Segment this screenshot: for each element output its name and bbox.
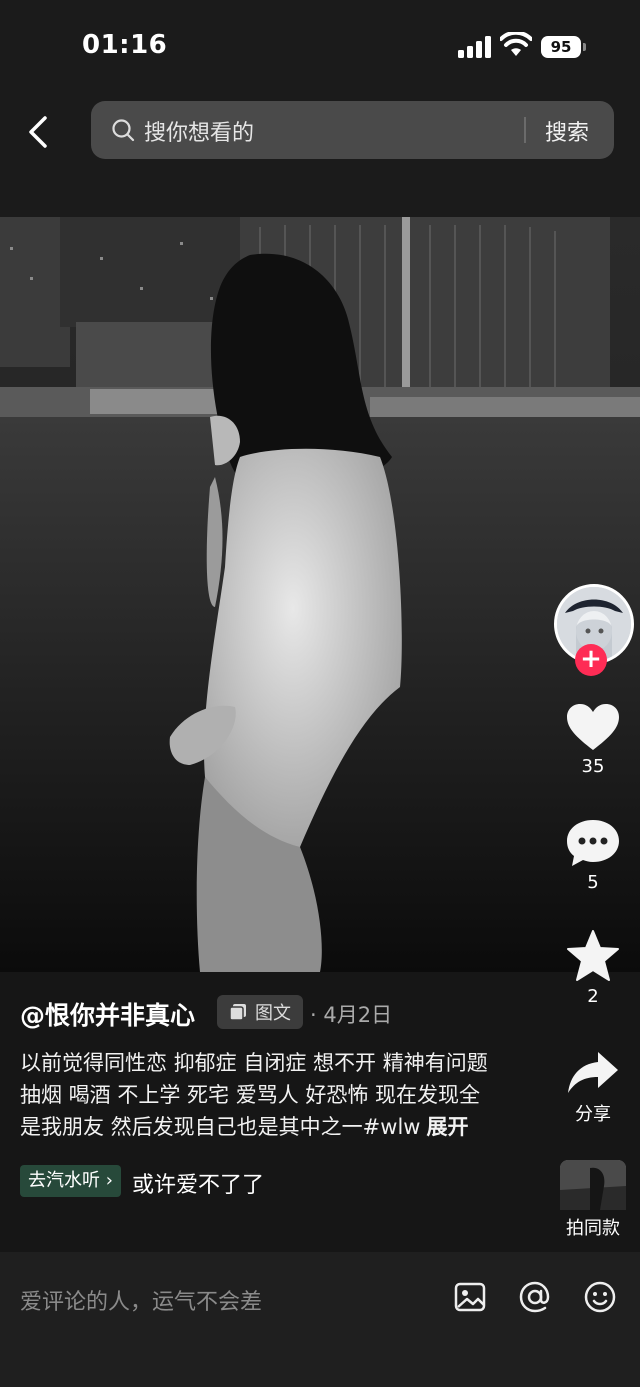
post-type-badge: 图文 (217, 995, 303, 1029)
battery-tip (583, 43, 586, 51)
post-date: · 4月2日 (310, 1003, 393, 1027)
author-row: @恨你并非真心 图文 · 4月2日 (20, 993, 550, 1033)
image-stack-icon (229, 1004, 246, 1021)
post-type-label: 图文 (255, 1003, 291, 1024)
favorite-button[interactable]: 2 (548, 930, 638, 1007)
wifi-icon (500, 32, 532, 56)
search-divider (524, 117, 526, 143)
share-arrow-icon (568, 1052, 618, 1093)
music-tag-label: 去汽水听 (28, 1170, 100, 1191)
share-label: 分享 (575, 1104, 611, 1125)
like-button[interactable]: 35 (548, 704, 638, 777)
search-icon (112, 119, 135, 142)
status-bar: 01:16 95 (0, 0, 640, 92)
favorite-count: 2 (587, 986, 599, 1007)
post-photo[interactable] (0, 217, 640, 972)
expand-button[interactable]: 展开 (426, 1115, 468, 1139)
emoji-icon[interactable] (583, 1280, 617, 1314)
music-title[interactable]: 或许爱不了了 (132, 1167, 264, 1199)
top-bar: 搜你想看的 搜索 (0, 92, 640, 217)
battery-indicator: 95 (541, 36, 587, 58)
music-row: 去汽水听 › 或许爱不了了 (20, 1165, 550, 1199)
share-button[interactable]: 分享 (548, 1050, 638, 1126)
at-icon[interactable] (518, 1280, 552, 1314)
caption-text: 以前觉得同性恋 抑郁症 自闭症 想不开 精神有问题 抽烟 喝酒 不上学 死宅 爱… (20, 1051, 488, 1139)
star-icon (567, 930, 619, 981)
follow-button[interactable]: + (575, 644, 607, 676)
back-chevron-icon[interactable] (16, 110, 60, 154)
post-caption: 以前觉得同性恋 抑郁症 自闭症 想不开 精神有问题 抽烟 喝酒 不上学 死宅 爱… (20, 1047, 490, 1143)
comment-bar: 爱评论的人，运气不会差 (0, 1252, 640, 1387)
battery-level: 95 (541, 36, 581, 58)
shoot-same-thumbnail (560, 1160, 626, 1210)
search-input[interactable]: 搜你想看的 (144, 115, 254, 147)
shoot-same-image (560, 1160, 626, 1210)
side-action-column: + 35 5 2 分享 拍同款 (548, 580, 638, 1240)
search-bar[interactable]: 搜你想看的 搜索 (91, 101, 614, 159)
search-button[interactable]: 搜索 (545, 115, 589, 147)
comment-input[interactable]: 爱评论的人，运气不会差 (20, 1284, 262, 1316)
shoot-same-label: 拍同款 (566, 1218, 620, 1239)
comment-count: 5 (587, 872, 599, 893)
status-time: 01:16 (82, 30, 168, 60)
heart-icon (567, 704, 619, 750)
cellular-signal-icon (458, 36, 491, 58)
comment-button[interactable]: 5 (548, 818, 638, 893)
music-tag[interactable]: 去汽水听 › (20, 1165, 121, 1197)
shoot-same-button[interactable]: 拍同款 (548, 1160, 638, 1240)
chevron-right-icon: › (105, 1170, 113, 1191)
post-info: @恨你并非真心 图文 · 4月2日 以前觉得同性恋 抑郁症 自闭症 想不开 精神… (20, 993, 550, 1199)
like-count: 35 (581, 756, 605, 777)
image-icon[interactable] (453, 1280, 487, 1314)
chat-bubble-icon (567, 820, 619, 866)
author-name[interactable]: @恨你并非真心 (20, 996, 195, 1032)
